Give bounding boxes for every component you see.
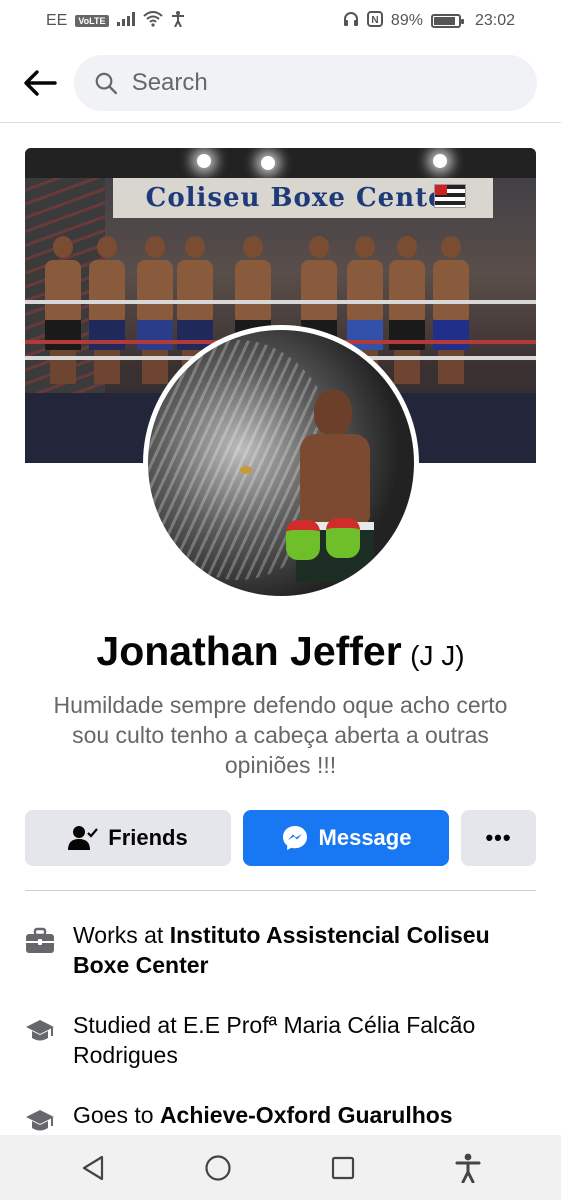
- lion-eye: [240, 466, 252, 474]
- search-icon: [95, 72, 118, 95]
- ceiling-light: [261, 156, 275, 170]
- nav-recents-button[interactable]: [321, 1146, 365, 1190]
- accessibility-icon: [455, 1153, 481, 1183]
- search-bar[interactable]: [74, 55, 537, 111]
- status-right: N 89% 23:02: [343, 10, 515, 32]
- accessibility-icon: [171, 10, 185, 32]
- friends-button[interactable]: Friends: [25, 810, 231, 866]
- work-prefix: Works at: [73, 922, 170, 948]
- cover-ceiling: [25, 148, 536, 178]
- cover-flag: [434, 184, 466, 208]
- profile-alt-name: (J J): [410, 640, 465, 671]
- nav-back-button[interactable]: [71, 1146, 115, 1190]
- section-divider: [25, 890, 536, 891]
- message-button-label: Message: [318, 825, 412, 850]
- profile-actions: Friends Message •••: [25, 810, 536, 866]
- cover-fighter: [137, 236, 173, 386]
- detail-studied-text: Studied at E.E Profª Maria Célia Falcão …: [73, 1010, 536, 1070]
- back-triangle-icon: [82, 1155, 103, 1180]
- more-options-label: •••: [485, 825, 512, 850]
- carrier-label: EE: [46, 12, 68, 29]
- studied-prefix: Studied at: [73, 1012, 183, 1038]
- detail-goes-text: Goes to Achieve-Oxford Guarulhos: [73, 1100, 453, 1130]
- nav-home-button[interactable]: [196, 1146, 240, 1190]
- volte-badge: VoLTE: [75, 15, 109, 27]
- ceiling-light: [433, 154, 447, 168]
- ceiling-light: [197, 154, 211, 168]
- back-arrow-icon: [24, 70, 57, 96]
- friends-button-label: Friends: [108, 825, 188, 850]
- svg-text:N: N: [371, 15, 378, 26]
- detail-studied[interactable]: Studied at E.E Profª Maria Célia Falcão …: [25, 1010, 536, 1070]
- headset-icon: [343, 11, 359, 32]
- status-bar: EE VoLTE N 89% 23:02: [0, 0, 561, 42]
- nfc-icon: N: [366, 10, 383, 32]
- battery-percent: 89%: [390, 12, 423, 29]
- top-header: [0, 52, 561, 114]
- graduation-cap-icon: [26, 1110, 54, 1131]
- header-divider: [0, 122, 561, 123]
- graduation-cap-icon: [26, 1020, 54, 1041]
- profile-name-row: Jonathan Jeffer (J J): [0, 628, 561, 675]
- nav-accessibility-button[interactable]: [446, 1146, 490, 1190]
- avatar-image: [148, 330, 414, 596]
- more-options-button[interactable]: •••: [461, 810, 536, 866]
- wifi-icon: [142, 10, 163, 32]
- goes-place-link[interactable]: Achieve-Oxford Guarulhos: [160, 1102, 453, 1128]
- status-left: EE VoLTE: [46, 10, 185, 32]
- friends-check-icon: [68, 826, 99, 850]
- briefcase-icon: [26, 927, 54, 953]
- recents-square-icon: [332, 1156, 355, 1179]
- cover-fighter: [89, 236, 125, 386]
- search-input[interactable]: [131, 69, 517, 97]
- back-button[interactable]: [20, 63, 60, 103]
- battery-fill: [433, 17, 456, 25]
- message-button[interactable]: Message: [243, 810, 449, 866]
- detail-work[interactable]: Works at Instituto Assistencial Coliseu …: [25, 920, 536, 980]
- battery-icon: [430, 14, 464, 28]
- cover-fighter: [389, 236, 425, 386]
- cover-fighter: [433, 236, 469, 386]
- ring-rope: [25, 300, 536, 304]
- signal-icon: [116, 11, 135, 31]
- cover-fighter: [45, 236, 81, 386]
- profile-name: Jonathan Jeffer: [96, 628, 402, 674]
- cover-banner-text: Coliseu Boxe Center: [145, 183, 461, 213]
- messenger-icon: [282, 826, 307, 850]
- home-circle-icon: [205, 1154, 231, 1181]
- detail-work-text: Works at Instituto Assistencial Coliseu …: [73, 920, 536, 980]
- profile-bio: Humildade sempre defendo oque acho certo…: [53, 692, 508, 778]
- profile-avatar[interactable]: [143, 325, 419, 601]
- profile-details: Works at Instituto Assistencial Coliseu …: [25, 920, 536, 1166]
- clock-time: 23:02: [474, 12, 515, 29]
- boxer-figure: [286, 390, 376, 590]
- system-nav-bar: [0, 1135, 561, 1200]
- goes-prefix: Goes to: [73, 1102, 160, 1128]
- detail-goes[interactable]: Goes to Achieve-Oxford Guarulhos: [25, 1100, 536, 1136]
